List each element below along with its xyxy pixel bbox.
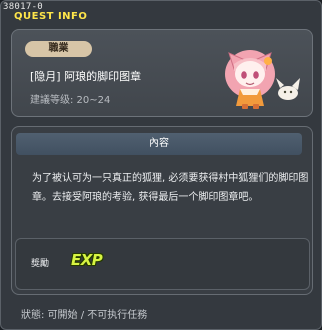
reward-box: 獎勵 EXP: [15, 238, 310, 290]
quest-status: 狀態: 可開始 / 不可执行任務: [21, 310, 148, 321]
reward-label: 獎勵: [31, 259, 50, 269]
exp-reward-icon: EXP: [71, 251, 103, 269]
job-badge: 職業: [25, 41, 92, 57]
content-heading: 內容: [16, 133, 302, 155]
window-title: QUEST INFO: [14, 11, 88, 22]
quest-description: 为了被认可为一只真正的狐狸, 必须要获得村中狐狸们的脚印图章。去接受阿琅的考验,…: [32, 173, 309, 203]
quest-info-window: 38017-0 QUEST INFO 職業 [隐月] 阿琅的脚印图章 建議等级:…: [0, 0, 322, 330]
recommended-level: 建議等级: 20~24: [30, 95, 111, 106]
quest-content-panel: 內容 为了被认可为一只真正的狐狸, 必须要获得村中狐狸们的脚印图章。去接受阿琅的…: [11, 126, 313, 295]
quest-name: [隐月] 阿琅的脚印图章: [30, 70, 142, 83]
quest-header-panel: 職業 [隐月] 阿琅的脚印图章 建議等级: 20~24: [11, 29, 313, 117]
fox-girl-npc-icon: [225, 50, 300, 109]
